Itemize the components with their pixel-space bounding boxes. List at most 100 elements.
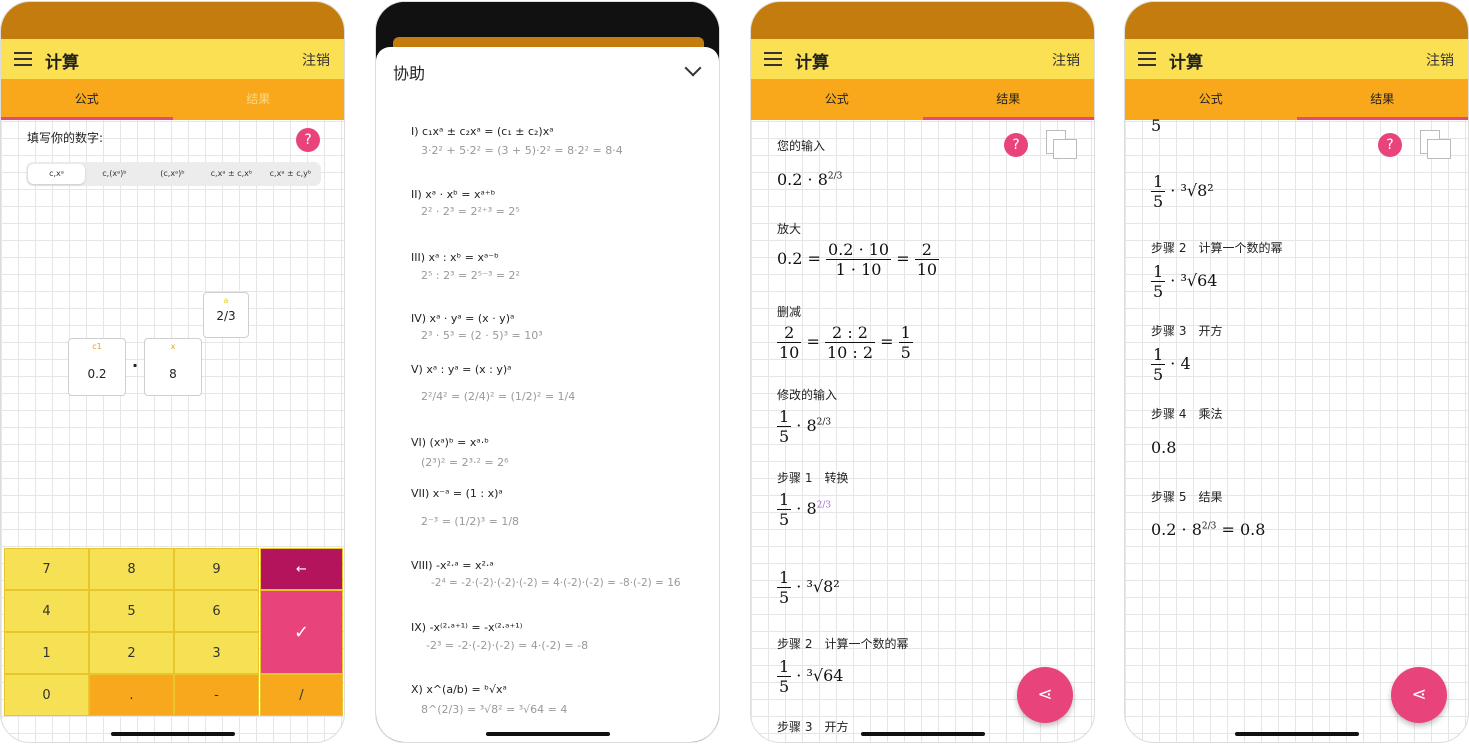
help-icon[interactable]: ? — [1378, 133, 1402, 157]
key-0[interactable]: 0 — [4, 674, 89, 716]
final-base: 0.2 · 8 — [1151, 520, 1202, 539]
phone-result-screen: 计算 注销 公式 结果 ? 您的输入 0.2 · 82/3 放大 0.2 = 0… — [750, 1, 1095, 743]
rule-7-example: 2⁻³ = (1/2)³ = 1/8 — [421, 515, 520, 528]
chevron-down-icon[interactable] — [684, 59, 702, 77]
prompt-label: 填写你的数字: — [27, 131, 104, 145]
fraction-numerator: 2 — [777, 323, 802, 343]
menu-icon[interactable] — [764, 52, 782, 66]
power-base: · 8 — [796, 416, 817, 435]
tab-formula[interactable]: 公式 — [751, 79, 923, 117]
rule-7: VII) x⁻ᵃ = (1 : x)ᵃ — [411, 487, 503, 500]
reduce-expression: 2 10 = 2 : 2 10 : 2 = 15 — [777, 323, 913, 362]
base-input[interactable]: x 8 — [144, 338, 202, 396]
copy-icon[interactable] — [1420, 130, 1451, 160]
power-base: · 8 — [796, 499, 817, 518]
step-3-label: 步骤 3 开方 — [777, 720, 849, 734]
step-5-label: 步骤 5 结果 — [1151, 490, 1223, 504]
equals-sign: = — [880, 332, 894, 351]
tab-result[interactable]: 结果 — [923, 79, 1095, 117]
app-title: 计算 — [45, 53, 79, 73]
step-1-label: 步骤 1 转换 — [777, 471, 849, 485]
fraction-numerator: 1 — [777, 568, 792, 588]
tab-formula[interactable]: 公式 — [1125, 79, 1297, 117]
key-5[interactable]: 5 — [89, 590, 174, 632]
fraction-numerator: 2 — [914, 240, 940, 260]
rule-3: III) xᵃ : xᵇ = xᵃ⁻ᵇ — [411, 251, 499, 264]
fraction-denominator: 10 — [779, 343, 800, 362]
key-4[interactable]: 4 — [4, 590, 89, 632]
enlarge-label: 放大 — [777, 222, 802, 236]
home-indicator — [485, 732, 610, 736]
exponent-label: a — [223, 296, 229, 305]
step-1-root-expression: 15 · ³√8² — [777, 568, 840, 607]
copy-icon[interactable] — [1046, 130, 1077, 160]
segment-item[interactable]: c,(xᵃ)ᵇ — [86, 164, 143, 184]
power-exponent: 2/3 — [816, 500, 832, 511]
app-bar: 计算 注销 — [1125, 39, 1468, 79]
help-sheet: 协助 I) c₁xᵃ ± c₂xᵃ = (c₁ ± c₂)xᵃ 3·2² + 5… — [376, 47, 719, 742]
rule-2-example: 2² · 2³ = 2²⁺³ = 2⁵ — [421, 205, 520, 218]
menu-icon[interactable] — [1138, 52, 1156, 66]
fraction-denominator: 5 — [900, 343, 911, 362]
exponent-value: 2/3 — [216, 309, 236, 323]
rule-1-example: 3·2² + 5·2² = (3 + 5)·2² = 8·2² = 8·4 — [421, 144, 623, 157]
key-6[interactable]: 6 — [174, 590, 259, 632]
tab-bar: 公式 结果 — [751, 79, 1094, 120]
backspace-key[interactable]: ← — [260, 548, 343, 590]
key-3[interactable]: 3 — [174, 632, 259, 674]
tab-result[interactable]: 结果 — [173, 79, 345, 117]
share-icon: ⋖ — [1037, 684, 1053, 705]
app-title: 计算 — [795, 53, 829, 73]
result-content: 5 ? 15 · ³√8² 步骤 2 计算一个数的幂 15 · ³√64 步骤 … — [1125, 116, 1468, 742]
confirm-key[interactable]: ✓ — [260, 590, 343, 674]
logout-button[interactable]: 注销 — [1052, 50, 1080, 70]
segment-item[interactable]: c,xᵃ ± c,yᵇ — [262, 164, 319, 184]
decimal-term: 0.2 = — [777, 249, 821, 268]
step-3-expression: 15 · 4 — [1151, 345, 1191, 384]
product-term: · 4 — [1170, 354, 1191, 373]
tab-result[interactable]: 结果 — [1297, 79, 1469, 117]
status-bar — [1125, 2, 1468, 39]
segment-item[interactable]: (c,xᵃ)ᵇ — [144, 164, 201, 184]
equals-sign: = — [896, 249, 910, 268]
key-8[interactable]: 8 — [89, 548, 174, 590]
key-9[interactable]: 9 — [174, 548, 259, 590]
status-bar — [751, 2, 1094, 39]
share-button[interactable]: ⋖ — [1391, 667, 1447, 723]
phone-result-scrolled-screen: 计算 注销 公式 结果 5 ? 15 · ³√8² 步骤 2 计算一个数的幂 1… — [1124, 1, 1469, 743]
menu-icon[interactable] — [14, 52, 32, 66]
rule-8: VIII) -x²·ᵃ = x²·ᵃ — [411, 559, 494, 572]
fraction-denominator: 1 · 10 — [835, 260, 882, 279]
share-button[interactable]: ⋖ — [1017, 667, 1073, 723]
key-slash[interactable]: / — [260, 674, 343, 716]
help-title: 协助 — [393, 64, 426, 83]
coefficient-label: c1 — [92, 342, 102, 351]
logout-button[interactable]: 注销 — [302, 50, 330, 70]
reduce-label: 删减 — [777, 305, 802, 319]
tab-formula[interactable]: 公式 — [1, 79, 173, 117]
share-icon: ⋖ — [1411, 684, 1427, 705]
exponent-input[interactable]: a 2/3 — [203, 292, 249, 338]
key-decimal[interactable]: . — [89, 674, 174, 716]
final-result: 0.2 · 82/3 = 0.8 — [1151, 520, 1265, 539]
root-term: · ³√64 — [796, 666, 844, 685]
segment-item[interactable]: c,xᵃ — [28, 164, 85, 184]
root-term: · ³√64 — [1170, 271, 1218, 290]
key-2[interactable]: 2 — [89, 632, 174, 674]
key-minus[interactable]: - — [174, 674, 259, 716]
segment-item[interactable]: c,xᵃ ± c,xᵇ — [203, 164, 260, 184]
help-icon[interactable]: ? — [296, 128, 320, 152]
rule-9-example: -2³ = -2·(-2)·(-2) = 4·(-2) = -8 — [426, 639, 589, 652]
fraction-denominator: 5 — [1153, 282, 1164, 301]
phone-formula-screen: 计算 注销 公式 结果 填写你的数字: ? c,xᵃ c,(xᵃ)ᵇ (c,xᵃ… — [0, 1, 345, 743]
logout-button[interactable]: 注销 — [1426, 50, 1454, 70]
modified-expression: 15 · 82/3 — [777, 407, 831, 446]
rule-6: VI) (xᵃ)ᵇ = xᵃ·ᵇ — [411, 436, 489, 449]
help-icon[interactable]: ? — [1004, 133, 1028, 157]
coefficient-input[interactable]: c1 0.2 — [68, 338, 126, 396]
fraction-numerator: 1 — [777, 407, 792, 427]
result-content: ? 您的输入 0.2 · 82/3 放大 0.2 = 0.2 · 10 1 · 1… — [751, 120, 1094, 742]
key-1[interactable]: 1 — [4, 632, 89, 674]
key-7[interactable]: 7 — [4, 548, 89, 590]
fraction-denominator: 10 — [916, 260, 938, 279]
